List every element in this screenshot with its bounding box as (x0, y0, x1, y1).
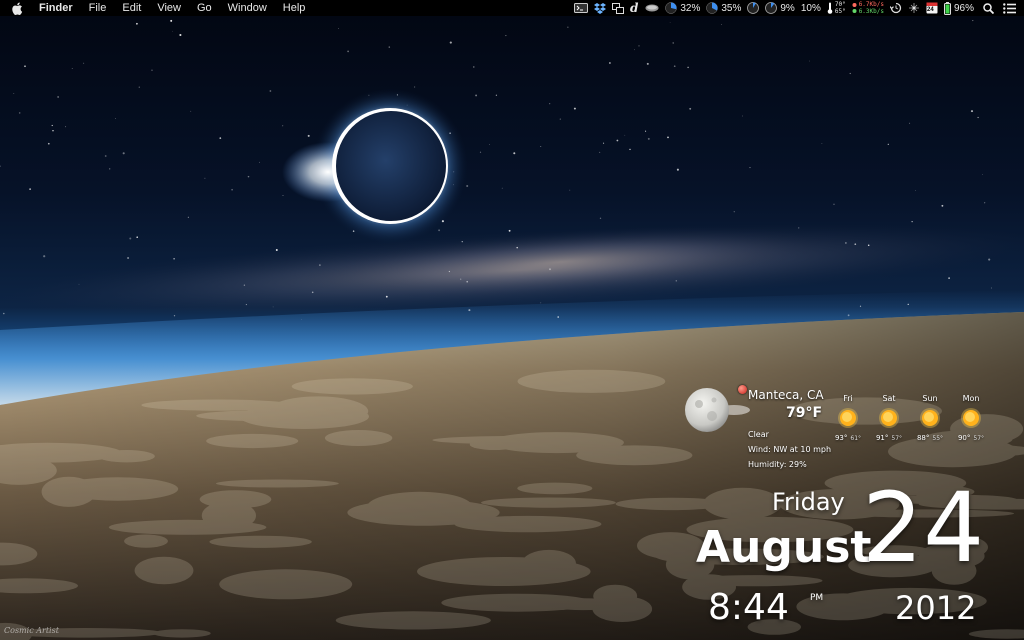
forecast-temps: 88° 55° (908, 434, 952, 442)
sunny-icon (838, 408, 858, 428)
net-down-speed: 6.3Kb/s (858, 8, 884, 15)
disk-monitor[interactable] (747, 0, 760, 16)
sunny-icon (961, 408, 981, 428)
clock-time: 8:44 (708, 587, 789, 628)
sunny-icon (879, 408, 899, 428)
apple-menu-icon[interactable] (12, 1, 26, 15)
year-label: 2012 (895, 589, 977, 627)
clock-ampm: PM (810, 593, 824, 603)
menu-help[interactable]: Help (275, 0, 314, 16)
dictionary-icon[interactable]: d (630, 0, 639, 16)
menu-finder[interactable]: Finder (37, 0, 81, 16)
dropbox-icon[interactable] (594, 0, 607, 16)
forecast-temps: 91° 57° (867, 434, 911, 442)
menu-edit[interactable]: Edit (114, 0, 149, 16)
svg-text:d: d (630, 2, 639, 14)
temperature-monitor[interactable]: 70° 65° (827, 0, 846, 16)
weather-location: Manteca, CA (748, 388, 824, 402)
time-machine-icon[interactable] (889, 0, 902, 16)
weekday-label: Friday (772, 488, 845, 516)
forecast-day: Fri (843, 394, 853, 403)
cpu-monitor[interactable]: 32% (665, 0, 700, 16)
disk-monitor-2[interactable]: 9% (765, 0, 795, 16)
bluetooth-icon[interactable] (908, 0, 920, 16)
weather-humidity: Humidity: 29% (748, 460, 807, 469)
month-label: August (696, 522, 872, 573)
memory-monitor[interactable]: 35% (706, 0, 741, 16)
weather-condition: Clear (748, 430, 769, 439)
forecast-high: 93° (834, 434, 848, 442)
battery-indicator[interactable]: 96% (943, 0, 974, 16)
menu-bar: Finder File Edit View Go Window Help d 3… (0, 0, 1024, 16)
menu-file[interactable]: File (81, 0, 115, 16)
forecast-high: 90° (957, 434, 971, 442)
forecast-low: 55° (932, 435, 944, 442)
forecast-day: Sun (922, 394, 938, 403)
forecast-temps: 90° 57° (949, 434, 993, 442)
day-number: 24 (862, 472, 985, 584)
calendar-icon[interactable]: 24 (926, 0, 938, 16)
forecast-high: 88° (916, 434, 930, 442)
forecast-day: Sat (882, 394, 896, 403)
spotlight-search-icon[interactable] (983, 0, 994, 16)
net-up-speed: 6.7Kb/s (858, 1, 884, 8)
forecast-low: 57° (891, 435, 903, 442)
notification-list-icon[interactable] (1003, 0, 1016, 16)
network-monitor[interactable]: 6.7Kb/s 6.3Kb/s (852, 0, 884, 16)
current-temperature: 79°F (786, 405, 823, 421)
weather-wind: Wind: NW at 10 mph (748, 445, 832, 454)
memory-percent: 35% (721, 2, 742, 14)
forecast-day: Mon (962, 394, 980, 403)
location-pin-icon (738, 385, 747, 394)
forecast-high: 91° (875, 434, 889, 442)
cpu-percent: 32% (680, 2, 701, 14)
temp-top: 70° (834, 1, 846, 8)
other-monitor[interactable]: 10% (801, 0, 821, 16)
menu-view[interactable]: View (149, 0, 189, 16)
terminal-icon[interactable] (574, 0, 589, 16)
temp-bottom: 65° (834, 8, 846, 15)
other-percent: 10% (800, 2, 821, 14)
battery-percent: 96% (953, 2, 974, 14)
screens-icon[interactable] (612, 0, 625, 16)
disk-drive-icon[interactable] (645, 0, 659, 16)
sunny-icon (920, 408, 940, 428)
forecast-low: 57° (973, 435, 985, 442)
menu-window[interactable]: Window (220, 0, 275, 16)
menu-go[interactable]: Go (189, 0, 220, 16)
wallpaper-signature: Cosmic Artist (4, 626, 59, 635)
forecast-low: 61° (850, 435, 862, 442)
forecast-temps: 93° 61° (826, 434, 870, 442)
disk-percent: 9% (780, 2, 795, 14)
